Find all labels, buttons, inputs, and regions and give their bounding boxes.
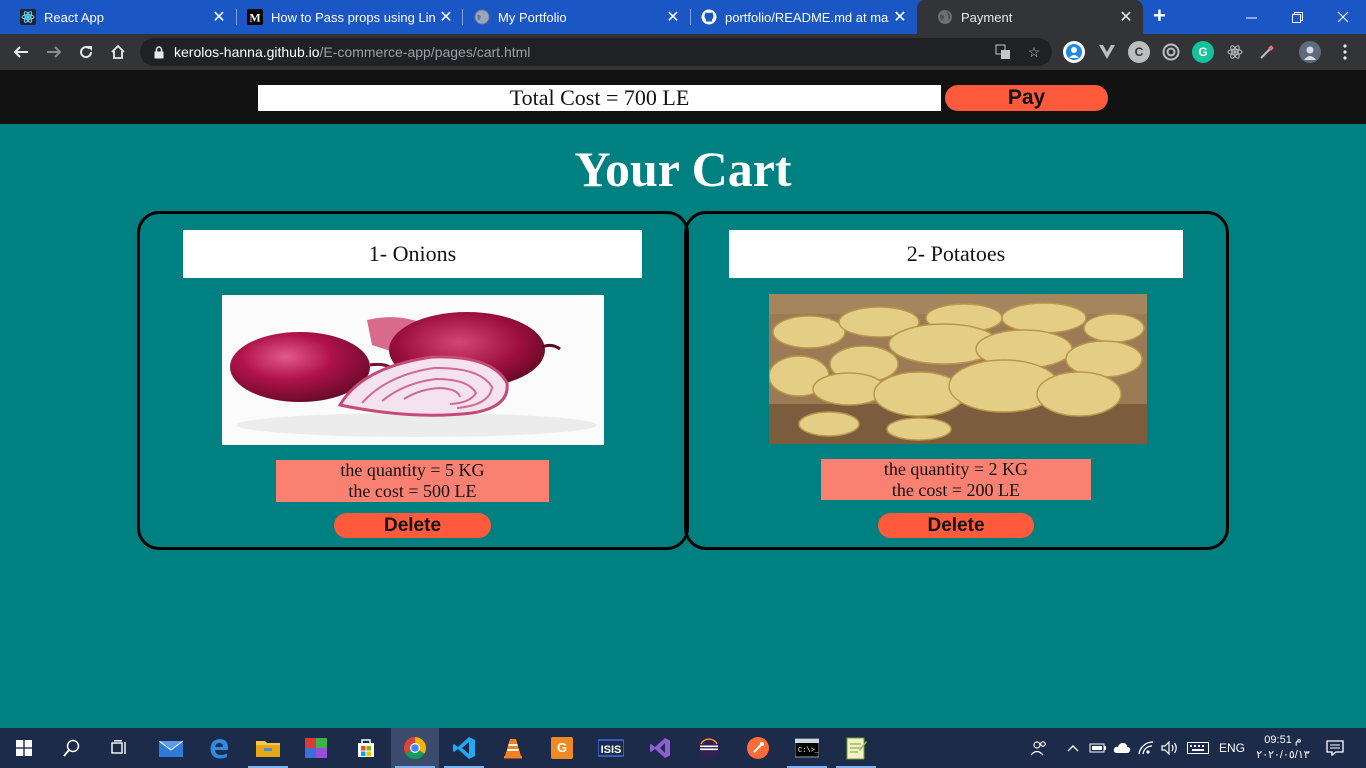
react-icon (20, 9, 36, 25)
cart-item-name: 2- Potatoes (729, 230, 1183, 278)
chrome-menu-icon[interactable] (1332, 39, 1358, 65)
new-tab-icon[interactable]: + (1153, 5, 1166, 27)
notifications-icon[interactable] (1320, 728, 1350, 768)
onedrive-cloud-icon[interactable] (1112, 728, 1132, 768)
close-tab-icon[interactable]: ✕ (889, 7, 911, 27)
svg-text:G: G (557, 740, 567, 755)
people-icon[interactable] (1028, 728, 1050, 768)
language-indicator[interactable]: ENG (1216, 728, 1248, 768)
vlc-icon[interactable] (489, 728, 537, 768)
extension-profile-icon[interactable] (1063, 41, 1085, 63)
tab-title: My Portfolio (498, 9, 567, 25)
tab-github-readme[interactable]: portfolio/README.md at maste ✕ (681, 0, 917, 34)
cart-item-card: 1- Onions the quantity = 5 KG the cost =… (137, 211, 689, 550)
medium-icon: M (247, 9, 263, 25)
reload-icon[interactable] (73, 39, 99, 65)
checkout-bar: Total Cost = 700 LE Pay (0, 70, 1366, 124)
back-icon[interactable] (8, 39, 34, 65)
close-window-icon[interactable] (1320, 0, 1366, 34)
cart-item-cost: the cost = 500 LE (348, 481, 477, 501)
clock-time: 09:51 م (1264, 734, 1302, 746)
cart-item-quantity: the quantity = 5 KG (340, 460, 485, 480)
tab-react-app[interactable]: React App ✕ (0, 0, 236, 34)
vscode-icon[interactable] (440, 728, 488, 768)
clock[interactable]: 09:51 م ٢٠٢٠/٠٥/١٣ (1252, 728, 1314, 768)
svg-text:ISIS: ISIS (601, 744, 622, 756)
forward-icon[interactable] (41, 39, 67, 65)
url-text: kerolos-hanna.github.io/E-commerce-app/p… (174, 44, 530, 60)
browser-toolbar: kerolos-hanna.github.io/E-commerce-app/p… (0, 34, 1366, 70)
cart-item-quantity: the quantity = 2 KG (883, 459, 1029, 479)
clock-date: ٢٠٢٠/٠٥/١٣ (1256, 749, 1310, 761)
translate-icon[interactable] (995, 44, 1011, 60)
chrome-icon[interactable] (391, 728, 439, 768)
isis-proteus-icon[interactable]: ISIS (587, 728, 635, 768)
svg-text:C:\>_: C:\>_ (798, 747, 819, 755)
windows-taskbar: G ISIS C:\>_ ENG 09:51 م ٢٠٢٠/٠٥/١٣ (0, 728, 1366, 768)
onions-image (222, 295, 604, 445)
profile-avatar[interactable] (1299, 41, 1321, 63)
color-picker-icon[interactable] (1256, 41, 1278, 63)
search-icon[interactable] (48, 728, 96, 768)
wifi-icon[interactable] (1136, 728, 1156, 768)
keyboard-icon[interactable] (1185, 728, 1211, 768)
github-icon (701, 9, 717, 25)
battery-icon[interactable] (1088, 728, 1108, 768)
tab-my-portfolio[interactable]: My Portfolio ✕ (454, 0, 690, 34)
chevron-up-icon[interactable] (1064, 728, 1082, 768)
extension-target-icon[interactable] (1160, 41, 1182, 63)
potatoes-image (769, 294, 1147, 444)
minimize-icon[interactable] (1228, 0, 1274, 34)
restore-icon[interactable] (1274, 0, 1320, 34)
tab-title: portfolio/README.md at maste (725, 9, 889, 25)
browser-tab-strip: React App ✕ M How to Pass props using Li… (0, 0, 1366, 34)
lock-icon (152, 45, 166, 59)
url-host: kerolos-hanna.github.io (174, 44, 320, 60)
notepad-plus-plus-icon[interactable] (832, 728, 880, 768)
url-path: /E-commerce-app/pages/cart.html (319, 44, 531, 60)
extension-c-icon[interactable]: C (1128, 41, 1150, 63)
address-bar[interactable]: kerolos-hanna.github.io/E-commerce-app/p… (140, 38, 1052, 66)
tab-title: Payment (961, 9, 1013, 25)
globe-icon (937, 9, 953, 25)
postman-icon[interactable] (734, 728, 782, 768)
globe-icon (474, 9, 490, 25)
volume-icon[interactable] (1159, 728, 1181, 768)
close-tab-icon[interactable]: ✕ (1115, 7, 1137, 27)
home-icon[interactable] (105, 39, 131, 65)
windows-start-icon[interactable] (0, 728, 48, 768)
cart-item-cost: the cost = 200 LE (891, 480, 1021, 500)
terminal-icon[interactable]: C:\>_ (783, 728, 831, 768)
cart-item-info: the quantity = 5 KG the cost = 500 LE (276, 460, 549, 502)
mail-icon[interactable] (147, 728, 195, 768)
pay-button[interactable]: Pay (945, 85, 1108, 111)
bookmark-star-icon[interactable]: ☆ (1026, 44, 1042, 60)
grammarly-icon[interactable]: G (1192, 41, 1214, 63)
cart-page: Total Cost = 700 LE Pay Your Cart 1- Oni… (0, 70, 1366, 728)
tab-payment[interactable]: Payment ✕ (917, 0, 1143, 34)
vue-devtools-icon[interactable] (1096, 41, 1118, 63)
foxit-pdf-icon[interactable]: G (538, 728, 586, 768)
winrar-icon[interactable] (292, 728, 340, 768)
tab-title: React App (44, 9, 104, 25)
store-icon[interactable] (342, 728, 390, 768)
visual-studio-icon[interactable] (636, 728, 684, 768)
delete-button[interactable]: Delete (878, 513, 1034, 538)
page-title: Your Cart (574, 141, 792, 197)
edge-icon[interactable] (195, 728, 243, 768)
react-devtools-icon[interactable] (1224, 41, 1246, 63)
cart-item-card: 2- Potatoes the quantity = 2 KG the cost… (684, 211, 1229, 550)
cart-item-name: 1- Onions (183, 230, 642, 278)
delete-button[interactable]: Delete (334, 513, 491, 538)
file-explorer-icon[interactable] (244, 728, 292, 768)
svg-text:M: M (249, 11, 260, 25)
cart-item-info: the quantity = 2 KG the cost = 200 LE (821, 459, 1091, 500)
tab-medium-article[interactable]: M How to Pass props using Link a ✕ (227, 0, 463, 34)
tab-title: How to Pass props using Link a (271, 9, 435, 25)
total-cost-display: Total Cost = 700 LE (258, 85, 941, 111)
task-view-icon[interactable] (96, 728, 144, 768)
eclipse-icon[interactable] (685, 728, 733, 768)
